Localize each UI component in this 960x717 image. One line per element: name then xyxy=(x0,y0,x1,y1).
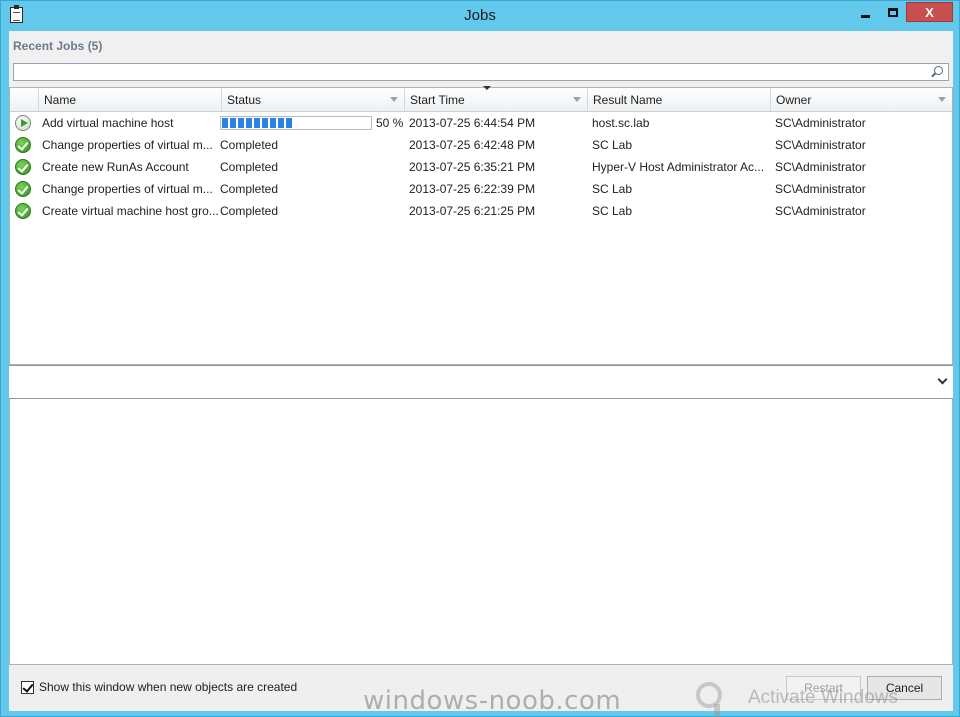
job-progress-bar xyxy=(220,116,372,130)
job-owner: SC\Administrator xyxy=(775,116,866,130)
show-window-checkbox[interactable] xyxy=(21,681,34,694)
key-icon xyxy=(696,682,722,717)
close-button[interactable]: X xyxy=(906,2,953,22)
job-progress-text: 50 % xyxy=(376,116,404,130)
progress-segment xyxy=(270,118,276,128)
column-header-label: Name xyxy=(44,93,77,107)
progress-segment xyxy=(246,118,252,128)
job-result-name: host.sc.lab xyxy=(592,116,650,130)
table-row[interactable]: Change properties of virtual m... Comple… xyxy=(10,134,952,156)
column-header-name[interactable]: Name xyxy=(38,88,221,111)
maximize-icon xyxy=(887,7,898,17)
job-owner: SC\Administrator xyxy=(775,204,866,218)
job-name: Create new RunAs Account xyxy=(42,160,189,174)
search-icon[interactable] xyxy=(934,66,943,75)
table-row[interactable]: Create virtual machine host gro... Compl… xyxy=(10,200,952,222)
table-row[interactable]: Create new RunAs Account Completed 2013-… xyxy=(10,156,952,178)
completed-icon xyxy=(15,181,31,197)
minimize-button[interactable] xyxy=(852,2,879,22)
column-header-start-time[interactable]: Start Time xyxy=(404,86,587,111)
job-status: Completed xyxy=(220,204,279,218)
job-status: Completed xyxy=(220,182,279,196)
job-start-time: 2013-07-25 6:42:48 PM xyxy=(409,138,536,152)
job-name: Change properties of virtual m... xyxy=(42,138,213,152)
column-header-label: Start Time xyxy=(410,93,465,107)
job-start-time: 2013-07-25 6:22:39 PM xyxy=(409,182,536,196)
title-bar[interactable]: Jobs X xyxy=(1,1,959,31)
window-controls: X xyxy=(852,2,953,22)
progress-segment xyxy=(262,118,268,128)
activate-windows-watermark: Activate Windows xyxy=(748,687,898,708)
site-watermark: windows-noob.com xyxy=(363,686,622,716)
filter-dropdown-icon[interactable] xyxy=(938,97,946,102)
progress-segment xyxy=(286,118,292,128)
table-row[interactable]: Change properties of virtual m... Comple… xyxy=(10,178,952,200)
job-owner: SC\Administrator xyxy=(775,182,866,196)
maximize-button[interactable] xyxy=(879,2,906,22)
job-result-name: SC Lab xyxy=(592,182,633,196)
job-result-name: SC Lab xyxy=(592,204,633,218)
column-header-state[interactable] xyxy=(10,88,38,111)
job-details-pane xyxy=(9,399,953,665)
job-status: Completed xyxy=(220,160,279,174)
sort-descending-icon xyxy=(483,86,491,90)
jobs-client-area: Recent Jobs (5) Name Status Start Time R… xyxy=(9,31,953,711)
recent-jobs-label: Recent Jobs (5) xyxy=(13,39,103,53)
completed-icon xyxy=(15,159,31,175)
job-start-time: 2013-07-25 6:35:21 PM xyxy=(409,160,536,174)
job-owner: SC\Administrator xyxy=(775,160,866,174)
filter-dropdown-icon[interactable] xyxy=(573,97,581,102)
progress-segment xyxy=(222,118,228,128)
job-start-time: 2013-07-25 6:21:25 PM xyxy=(409,204,536,218)
column-header-status[interactable]: Status xyxy=(221,88,404,111)
job-name: Create virtual machine host gro... xyxy=(42,204,218,218)
progress-segment xyxy=(278,118,284,128)
progress-segment xyxy=(238,118,244,128)
details-expander[interactable] xyxy=(9,365,953,399)
table-row[interactable]: Add virtual machine host 50 % 2013-07-25… xyxy=(10,112,952,134)
job-result-name: SC Lab xyxy=(592,138,633,152)
job-start-time: 2013-07-25 6:44:54 PM xyxy=(409,116,536,130)
job-name: Change properties of virtual m... xyxy=(42,182,213,196)
filter-dropdown-icon[interactable] xyxy=(390,97,398,102)
grid-header: Name Status Start Time Result Name Owner xyxy=(10,86,952,112)
minimize-icon xyxy=(861,14,870,18)
running-icon xyxy=(15,115,31,131)
progress-segment xyxy=(230,118,236,128)
job-status: Completed xyxy=(220,138,279,152)
column-header-owner[interactable]: Owner xyxy=(770,88,952,111)
job-owner: SC\Administrator xyxy=(775,138,866,152)
window-title: Jobs xyxy=(464,7,496,24)
progress-segment xyxy=(254,118,260,128)
completed-icon xyxy=(15,203,31,219)
search-input[interactable] xyxy=(13,63,949,81)
chevron-down-icon[interactable] xyxy=(937,374,948,385)
jobs-window: Jobs X Recent Jobs (5) Name Status Start… xyxy=(0,0,960,717)
job-result-name: Hyper-V Host Administrator Ac... xyxy=(592,160,765,174)
column-header-result-name[interactable]: Result Name xyxy=(587,88,770,111)
close-icon: X xyxy=(925,4,934,20)
job-name: Add virtual machine host xyxy=(42,116,174,130)
column-header-label: Owner xyxy=(776,93,812,107)
completed-icon xyxy=(15,137,31,153)
jobs-grid: Name Status Start Time Result Name Owner… xyxy=(9,86,953,365)
column-header-label: Status xyxy=(227,93,262,107)
column-header-label: Result Name xyxy=(593,93,663,107)
show-window-label[interactable]: Show this window when new objects are cr… xyxy=(39,680,297,694)
